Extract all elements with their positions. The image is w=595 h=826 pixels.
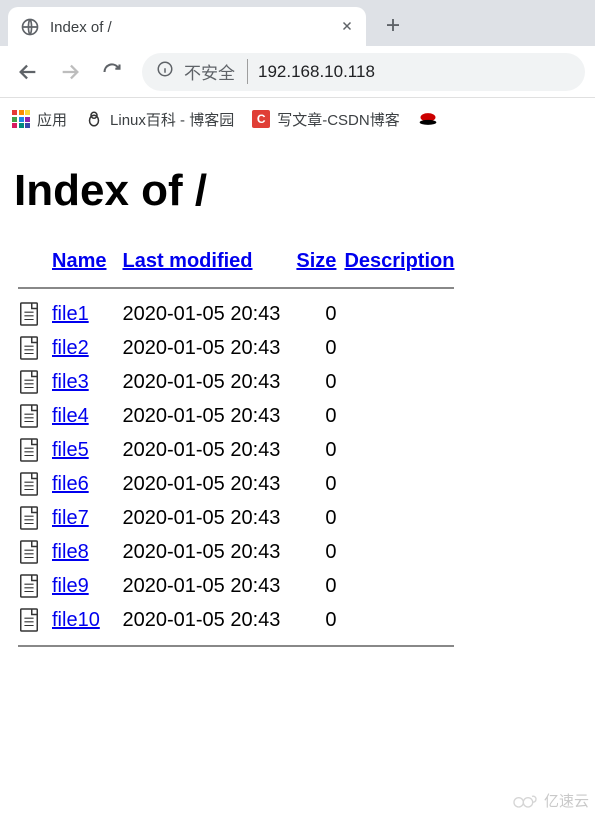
bookmark-linux[interactable]: Linux百科 - 博客园 (85, 109, 234, 130)
csdn-icon: C (252, 110, 270, 128)
file-desc (340, 535, 466, 569)
file-size: 0 (292, 399, 340, 433)
file-size: 0 (292, 331, 340, 365)
close-tab-icon[interactable] (340, 17, 354, 38)
file-icon-cell (14, 501, 52, 535)
file-modified: 2020-01-05 20:43 (118, 569, 292, 603)
file-desc (340, 331, 466, 365)
watermark: 亿速云 (508, 790, 589, 811)
page-content: Index of / Name Last modified Size Descr… (0, 140, 595, 665)
file-desc (340, 467, 466, 501)
file-row: file5 2020-01-05 20:430 (14, 433, 466, 467)
file-size: 0 (292, 535, 340, 569)
url-text: 192.168.10.118 (258, 62, 375, 82)
bookmark-csdn[interactable]: C 写文章-CSDN博客 (252, 109, 400, 130)
file-row: file8 2020-01-05 20:430 (14, 535, 466, 569)
reload-button[interactable] (94, 54, 130, 90)
col-modified-link[interactable]: Last modified (122, 250, 252, 272)
address-bar[interactable]: 不安全 192.168.10.118 (142, 53, 585, 91)
browser-tab[interactable]: Index of / (8, 7, 366, 47)
file-modified: 2020-01-05 20:43 (118, 433, 292, 467)
toolbar: 不安全 192.168.10.118 (0, 46, 595, 98)
file-desc (340, 501, 466, 535)
file-modified: 2020-01-05 20:43 (118, 535, 292, 569)
file-desc (340, 297, 466, 331)
file-desc (340, 433, 466, 467)
new-tab-button[interactable] (384, 16, 402, 39)
col-name-link[interactable]: Name (52, 250, 106, 272)
file-row: file10 2020-01-05 20:430 (14, 603, 466, 637)
file-icon-cell (14, 365, 52, 399)
insecure-label: 不安全 (184, 59, 248, 84)
file-desc (340, 399, 466, 433)
redhat-icon (418, 109, 438, 129)
file-row: file7 2020-01-05 20:430 (14, 501, 466, 535)
directory-listing: Name Last modified Size Description file… (14, 246, 466, 655)
file-modified: 2020-01-05 20:43 (118, 331, 292, 365)
file-icon-cell (14, 399, 52, 433)
file-modified: 2020-01-05 20:43 (118, 501, 292, 535)
file-size: 0 (292, 297, 340, 331)
file-icon-cell (14, 467, 52, 501)
file-desc (340, 603, 466, 637)
file-size: 0 (292, 569, 340, 603)
file-size: 0 (292, 467, 340, 501)
file-row: file9 2020-01-05 20:430 (14, 569, 466, 603)
col-desc-link[interactable]: Description (344, 250, 454, 272)
file-size: 0 (292, 433, 340, 467)
file-link[interactable]: file3 (52, 371, 89, 393)
file-size: 0 (292, 603, 340, 637)
globe-icon (20, 17, 40, 37)
file-icon-cell (14, 331, 52, 365)
file-size: 0 (292, 501, 340, 535)
tab-bar: Index of / (0, 0, 595, 46)
file-icon-cell (14, 297, 52, 331)
tab-title: Index of / (50, 19, 332, 36)
file-icon-cell (14, 535, 52, 569)
file-row: file2 2020-01-05 20:430 (14, 331, 466, 365)
file-modified: 2020-01-05 20:43 (118, 399, 292, 433)
file-row: file4 2020-01-05 20:430 (14, 399, 466, 433)
file-link[interactable]: file8 (52, 541, 89, 563)
file-link[interactable]: file9 (52, 575, 89, 597)
file-link[interactable]: file4 (52, 405, 89, 427)
file-icon-cell (14, 569, 52, 603)
file-link[interactable]: file10 (52, 609, 100, 631)
file-link[interactable]: file7 (52, 507, 89, 529)
file-size: 0 (292, 365, 340, 399)
file-modified: 2020-01-05 20:43 (118, 365, 292, 399)
file-row: file1 2020-01-05 20:430 (14, 297, 466, 331)
file-modified: 2020-01-05 20:43 (118, 467, 292, 501)
page-heading: Index of / (14, 166, 581, 216)
info-icon[interactable] (156, 60, 174, 83)
file-link[interactable]: file2 (52, 337, 89, 359)
file-row: file3 2020-01-05 20:430 (14, 365, 466, 399)
file-row: file6 2020-01-05 20:430 (14, 467, 466, 501)
apps-icon (12, 110, 30, 128)
file-desc (340, 365, 466, 399)
file-link[interactable]: file6 (52, 473, 89, 495)
col-size-link[interactable]: Size (296, 250, 336, 272)
file-icon-cell (14, 433, 52, 467)
file-desc (340, 569, 466, 603)
divider (18, 645, 454, 647)
back-button[interactable] (10, 54, 46, 90)
penguin-icon (85, 110, 103, 128)
apps-label: 应用 (37, 109, 67, 130)
apps-button[interactable]: 应用 (12, 109, 67, 130)
file-modified: 2020-01-05 20:43 (118, 297, 292, 331)
bookmark-redhat[interactable] (418, 109, 438, 129)
bookmark-label: Linux百科 - 博客园 (110, 109, 234, 130)
file-modified: 2020-01-05 20:43 (118, 603, 292, 637)
bookmarks-bar: 应用 Linux百科 - 博客园 C 写文章-CSDN博客 (0, 98, 595, 140)
bookmark-label: 写文章-CSDN博客 (277, 109, 400, 130)
divider (18, 287, 454, 289)
file-icon-cell (14, 603, 52, 637)
file-link[interactable]: file1 (52, 303, 89, 325)
file-link[interactable]: file5 (52, 439, 89, 461)
header-row: Name Last modified Size Description (14, 246, 466, 279)
forward-button[interactable] (52, 54, 88, 90)
